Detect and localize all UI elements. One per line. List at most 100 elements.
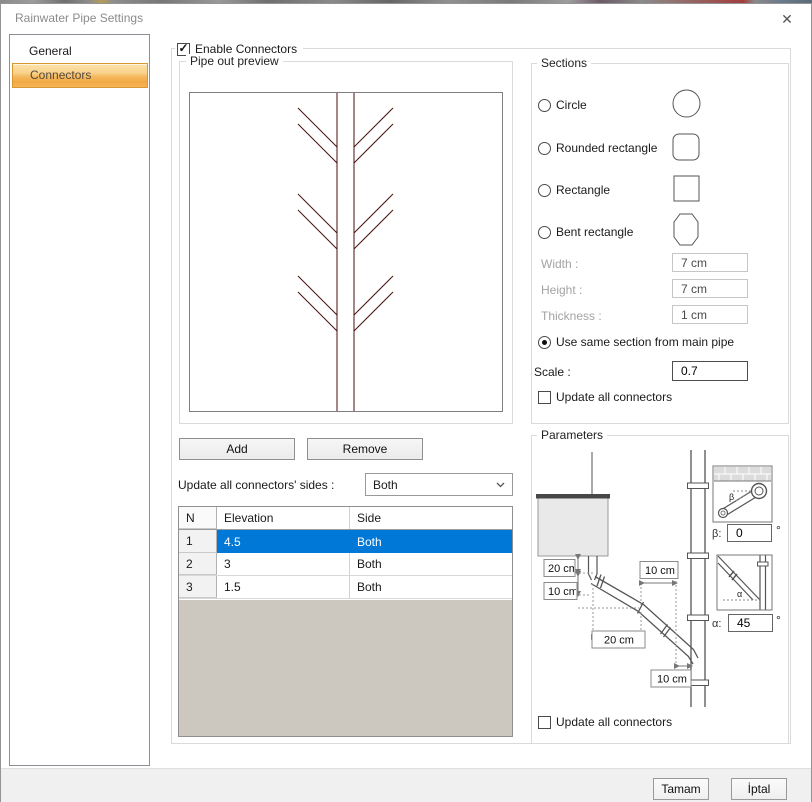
close-icon: ✕ (781, 11, 793, 27)
sides-dropdown[interactable]: Both (365, 473, 513, 496)
sections-update-all-row[interactable]: Update all connectors (538, 390, 672, 404)
use-same-section-label: Use same section from main pipe (556, 335, 734, 349)
parameters-caption: Parameters (537, 428, 607, 442)
radio-rounded-rectangle-label: Rounded rectangle (556, 141, 657, 155)
beta-angle-diagram: β (713, 466, 772, 522)
cancel-button-label: İptal (748, 782, 771, 796)
check-icon: ✓ (178, 43, 188, 54)
close-button[interactable]: ✕ (778, 10, 796, 28)
dim-label-10cm-top: 10 cm (645, 565, 675, 577)
scale-input[interactable]: 0.7 (672, 361, 748, 381)
chevron-down-icon (496, 482, 505, 488)
dim-label-10cm-bottom: 10 cm (657, 674, 687, 686)
elevation-cell[interactable]: 3 (217, 553, 350, 575)
alpha-input-label: α: (712, 618, 721, 630)
alpha-angle-diagram: α (717, 555, 772, 610)
radio-rectangle-control[interactable] (538, 184, 551, 197)
width-value: 7 cm (681, 256, 707, 270)
row-number-cell[interactable]: 1 (179, 530, 217, 553)
table-header-row: N Elevation Side (179, 507, 512, 530)
table-header-elevation: Elevation (217, 507, 350, 529)
sections-caption: Sections (537, 56, 591, 70)
params-update-all-label: Update all connectors (556, 715, 672, 729)
scale-label: Scale : (534, 365, 571, 379)
elevation-table[interactable]: N Elevation Side 1 4.5 Both 2 3 Both 3 1… (178, 506, 513, 737)
thickness-value: 1 cm (681, 308, 707, 322)
rectangle-shape-icon (673, 175, 700, 202)
row-number-cell[interactable]: 2 (179, 553, 217, 575)
sections-update-all-label: Update all connectors (556, 390, 672, 404)
alpha-input[interactable]: 45 (728, 614, 773, 632)
dialog-footer: Tamam İptal (1, 768, 811, 802)
beta-symbol: β (729, 492, 734, 502)
cancel-button[interactable]: İptal (731, 778, 787, 800)
radio-rounded-rectangle[interactable]: Rounded rectangle (538, 141, 657, 155)
parameters-diagram: 20 cm 10 cm 10 cm 20 cm 10 cm (535, 450, 785, 710)
elevation-cell[interactable]: 4.5 (217, 530, 350, 553)
radio-bent-rectangle[interactable]: Bent rectangle (538, 225, 633, 239)
ok-button[interactable]: Tamam (653, 778, 709, 800)
radio-rectangle-label: Rectangle (556, 183, 610, 197)
radio-circle-control[interactable] (538, 99, 551, 112)
add-button[interactable]: Add (179, 438, 295, 460)
remove-button[interactable]: Remove (307, 438, 423, 460)
table-header-n: N (179, 507, 217, 529)
radio-use-same-section[interactable]: Use same section from main pipe (538, 335, 734, 349)
dim-label-10cm-left: 10 cm (548, 586, 578, 598)
ok-button-label: Tamam (661, 782, 700, 796)
side-cell[interactable]: Both (350, 553, 512, 575)
height-value: 7 cm (681, 282, 707, 296)
elevation-cell[interactable]: 1.5 (217, 576, 350, 598)
table-row[interactable]: 3 1.5 Both (179, 576, 512, 599)
alpha-value: 45 (737, 616, 750, 630)
radio-circle-label: Circle (556, 98, 587, 112)
side-cell[interactable]: Both (350, 576, 512, 598)
width-field: 7 cm (672, 253, 748, 272)
pipe-preview-drawing (190, 93, 502, 411)
table-row[interactable]: 2 3 Both (179, 553, 512, 576)
radio-bent-rectangle-control[interactable] (538, 226, 551, 239)
thickness-label: Thickness : (541, 309, 602, 323)
scale-value: 0.7 (681, 364, 698, 378)
rounded-rectangle-shape-icon (672, 133, 700, 161)
beta-input-label: β: (712, 528, 721, 540)
pipe-preview-caption: Pipe out preview (186, 54, 283, 68)
table-row[interactable]: 1 4.5 Both (179, 530, 512, 553)
sidebar-item-label: General (29, 44, 72, 58)
radio-use-same-section-control[interactable] (538, 336, 551, 349)
circle-shape-icon (672, 89, 701, 118)
beta-input[interactable]: 0 (727, 524, 772, 542)
dim-label-20cm-left: 20 cm (548, 563, 578, 575)
thickness-field: 1 cm (672, 305, 748, 324)
bent-rectangle-shape-icon (673, 213, 699, 246)
radio-circle[interactable]: Circle (538, 98, 587, 112)
radio-rectangle[interactable]: Rectangle (538, 183, 610, 197)
window-title: Rainwater Pipe Settings (15, 11, 143, 25)
sides-dropdown-value: Both (373, 478, 398, 492)
width-label: Width : (541, 257, 578, 271)
dim-label-20cm-bottom: 20 cm (604, 635, 634, 647)
pipe-preview-canvas (189, 92, 503, 412)
table-empty-area (179, 600, 512, 736)
radio-rounded-rectangle-control[interactable] (538, 142, 551, 155)
sidebar-item-label: Connectors (30, 68, 91, 82)
alpha-symbol: α (737, 589, 742, 599)
sidebar: General Connectors (9, 34, 150, 766)
beta-value: 0 (736, 526, 743, 540)
dialog-window: Rainwater Pipe Settings ✕ General Connec… (0, 3, 812, 802)
sidebar-item-general[interactable]: General (12, 39, 148, 63)
alpha-degree-unit: ° (776, 613, 781, 627)
sidebar-item-connectors[interactable]: Connectors (12, 63, 148, 88)
row-number-cell[interactable]: 3 (179, 576, 217, 598)
beta-degree-unit: ° (776, 523, 781, 537)
radio-bent-rectangle-label: Bent rectangle (556, 225, 633, 239)
height-field: 7 cm (672, 279, 748, 298)
height-label: Height : (541, 283, 582, 297)
remove-button-label: Remove (343, 442, 388, 456)
sections-update-all-checkbox[interactable] (538, 391, 551, 404)
add-button-label: Add (226, 442, 247, 456)
side-cell[interactable]: Both (350, 530, 512, 553)
rainwater-pipe-settings-dialog: Rainwater Pipe Settings ✕ General Connec… (0, 0, 812, 802)
params-update-all-row[interactable]: Update all connectors (538, 715, 672, 729)
params-update-all-checkbox[interactable] (538, 716, 551, 729)
